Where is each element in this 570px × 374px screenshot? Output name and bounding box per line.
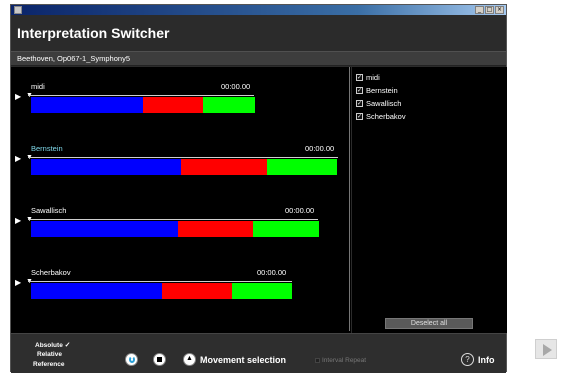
checkbox-bernstein[interactable]: ✓ bbox=[356, 87, 363, 94]
segment-green bbox=[266, 159, 337, 175]
checkbox-label: Sawallisch bbox=[366, 99, 402, 108]
play-marker-icon[interactable]: ▶ bbox=[15, 93, 21, 101]
mode-absolute[interactable]: Absolute ✓ bbox=[35, 341, 71, 349]
checkbox-midi[interactable]: ✓ bbox=[356, 74, 363, 81]
track-name: Bernstein bbox=[31, 144, 63, 153]
track-time: 00:00.00 bbox=[285, 206, 315, 215]
track-bar[interactable] bbox=[31, 221, 319, 237]
segment-blue bbox=[31, 159, 181, 175]
track-name: midi bbox=[31, 82, 45, 91]
app-window: _ □ × Interpretation Switcher Beethoven,… bbox=[10, 4, 507, 373]
checkbox-scherbakov[interactable]: ✓ bbox=[356, 113, 363, 120]
segment-red bbox=[180, 159, 267, 175]
stop-button[interactable] bbox=[153, 353, 166, 366]
up-arrow-icon: ▲ bbox=[186, 355, 193, 362]
track-scherbakov: Scherbakov 00:00.00 ▶ ▼ bbox=[11, 268, 351, 308]
segment-red bbox=[161, 283, 232, 299]
panel-splitter[interactable] bbox=[349, 67, 350, 331]
play-marker-icon[interactable]: ▶ bbox=[15, 279, 21, 287]
window-controls: _ □ × bbox=[475, 6, 504, 14]
track-bernstein: Bernstein 00:00.00 ▶ ▼ bbox=[11, 144, 351, 184]
info-icon[interactable]: ? bbox=[461, 353, 474, 366]
movement-selection-label[interactable]: Movement selection bbox=[200, 355, 286, 365]
deselect-all-button[interactable]: Deselect all bbox=[385, 318, 473, 329]
mode-absolute-label: Absolute bbox=[35, 342, 63, 349]
info-button[interactable]: Info bbox=[478, 355, 495, 365]
next-button[interactable] bbox=[535, 339, 557, 359]
check-item-scherbakov[interactable]: ✓ Scherbakov bbox=[356, 112, 406, 121]
tracks-panel: midi 00:00.00 ▶ ▼ Bernstein 00:00.00 ▶ ▼ bbox=[11, 67, 351, 333]
check-item-sawallisch[interactable]: ✓ Sawallisch bbox=[356, 99, 401, 108]
track-bar[interactable] bbox=[31, 283, 292, 299]
work-subtitle: Beethoven, Op067-1_Symphony5 bbox=[17, 54, 130, 63]
track-time: 00:00.00 bbox=[221, 82, 251, 91]
segment-red bbox=[177, 221, 253, 237]
close-button[interactable]: × bbox=[495, 6, 504, 14]
segment-green bbox=[231, 283, 292, 299]
minimize-button[interactable]: _ bbox=[475, 6, 484, 14]
checkbox-label: midi bbox=[366, 73, 380, 82]
subtitle-bar: Beethoven, Op067-1_Symphony5 bbox=[11, 51, 506, 66]
window-app-icon bbox=[14, 6, 22, 14]
play-triangle-icon bbox=[543, 344, 552, 356]
segment-blue bbox=[31, 221, 178, 237]
check-item-bernstein[interactable]: ✓ Bernstein bbox=[356, 86, 398, 95]
segment-green bbox=[252, 221, 319, 237]
checkbox-label: Scherbakov bbox=[366, 112, 406, 121]
check-item-midi[interactable]: ✓ midi bbox=[356, 73, 380, 82]
mode-reference[interactable]: Reference bbox=[33, 361, 64, 368]
segment-blue bbox=[31, 97, 143, 113]
interpretation-checklist: ✓ midi ✓ Bernstein ✓ Sawallisch ✓ Scherb… bbox=[352, 67, 507, 333]
track-name: Sawallisch bbox=[31, 206, 67, 215]
checkbox-label: Bernstein bbox=[366, 86, 398, 95]
timeline-line bbox=[28, 281, 292, 282]
play-marker-icon[interactable]: ▶ bbox=[15, 217, 21, 225]
interval-repeat-label: Interval Repeat bbox=[322, 357, 367, 364]
timeline-line bbox=[28, 157, 338, 158]
mode-relative[interactable]: Relative bbox=[37, 351, 62, 358]
checkbox-sawallisch[interactable]: ✓ bbox=[356, 100, 363, 107]
timeline-line bbox=[28, 219, 318, 220]
movement-selection-button[interactable]: ▲ bbox=[183, 353, 196, 366]
track-midi: midi 00:00.00 ▶ ▼ bbox=[11, 82, 351, 122]
track-time: 00:00.00 bbox=[257, 268, 287, 277]
control-bar: Absolute ✓ Relative Reference ▲ Movement… bbox=[11, 333, 506, 373]
app-title: Interpretation Switcher bbox=[17, 25, 170, 41]
replay-icon bbox=[129, 356, 135, 363]
interval-repeat-toggle[interactable]: Interval Repeat bbox=[315, 357, 366, 364]
track-bar[interactable] bbox=[31, 159, 337, 175]
track-sawallisch: Sawallisch 00:00.00 ▶ ▼ bbox=[11, 206, 351, 246]
segment-green bbox=[203, 97, 255, 113]
segment-blue bbox=[31, 283, 162, 299]
stop-icon bbox=[157, 357, 162, 362]
window-titlebar[interactable]: _ □ × bbox=[11, 5, 506, 15]
maximize-button[interactable]: □ bbox=[485, 6, 494, 14]
track-time: 00:00.00 bbox=[305, 144, 335, 153]
interval-repeat-checkbox[interactable] bbox=[315, 358, 320, 363]
track-name: Scherbakov bbox=[31, 268, 71, 277]
segment-red bbox=[143, 97, 204, 113]
track-bar[interactable] bbox=[31, 97, 255, 113]
selected-check-icon: ✓ bbox=[64, 342, 71, 349]
replay-button[interactable] bbox=[125, 353, 138, 366]
play-marker-icon[interactable]: ▶ bbox=[15, 155, 21, 163]
timeline-line bbox=[28, 95, 254, 96]
